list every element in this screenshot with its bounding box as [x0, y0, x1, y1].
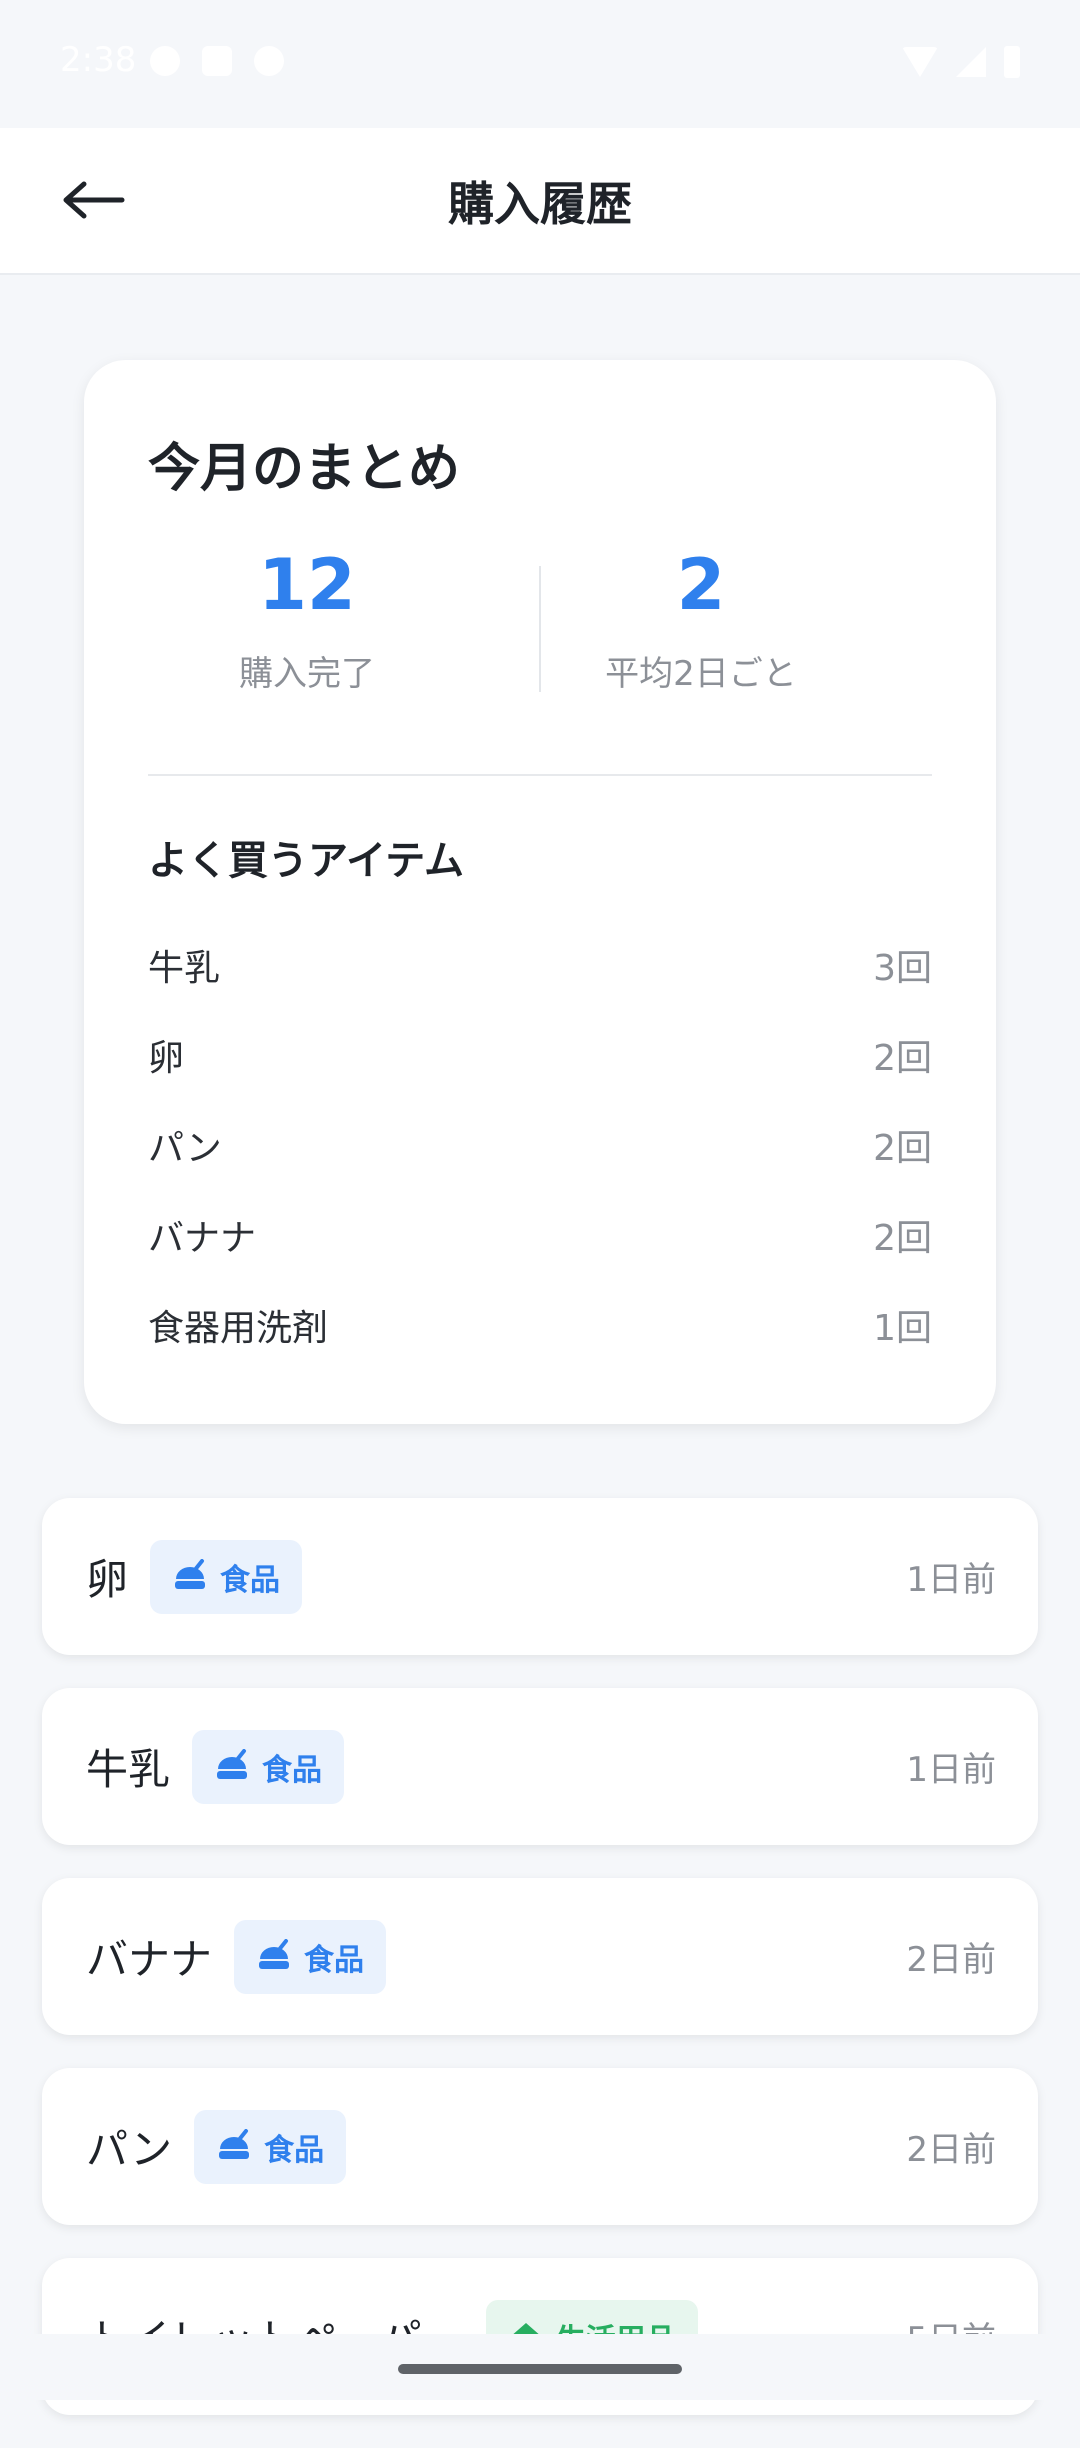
system-navigation-bar [0, 2334, 1080, 2400]
stat-label: 購入完了 [239, 654, 375, 694]
food-icon [219, 2128, 250, 2159]
category-badge: 食品 [194, 2109, 347, 2184]
frequent-item-name: パン [148, 1128, 222, 1169]
frequent-item-row: 卵 2回 [148, 1010, 932, 1100]
category-badge: 食品 [234, 1919, 387, 1994]
wifi-icon [902, 47, 938, 77]
stat-label: 平均2日ごと [605, 654, 797, 694]
history-item-name: 卵 [86, 1555, 129, 1604]
status-bar: 2:38 [0, 0, 1080, 128]
category-label: 食品 [304, 1942, 365, 1978]
frequent-item-name: 食器用洗剤 [148, 1308, 329, 1349]
status-notification-icons [150, 46, 284, 76]
face-icon [254, 46, 284, 76]
frequent-item-count: 1回 [873, 1308, 932, 1349]
history-time-ago: 2日前 [906, 2130, 996, 2170]
history-item-name: 牛乳 [86, 1745, 171, 1794]
frequent-items-title: よく買うアイテム [148, 838, 464, 884]
battery-icon [1004, 46, 1020, 78]
app-bar: 購入履歴 [0, 128, 1080, 275]
square-icon [202, 46, 232, 76]
history-item[interactable]: バナナ 食品 2日前 [42, 1878, 1038, 2035]
history-item[interactable]: 牛乳 食品 1日前 [42, 1688, 1038, 1845]
history-item[interactable]: 卵 食品 1日前 [42, 1498, 1038, 1655]
stat-frequency: 2 平均2日ごと [536, 550, 866, 695]
frequent-item-row: パン 2回 [148, 1100, 932, 1190]
stat-purchases: 12 購入完了 [142, 550, 472, 695]
frequent-item-row: 食器用洗剤 1回 [148, 1280, 932, 1370]
frequent-item-count: 3回 [873, 948, 932, 989]
category-badge: 食品 [150, 1539, 303, 1614]
status-time: 2:38 [60, 40, 137, 80]
status-system-icons [902, 46, 1020, 78]
frequent-item-name: 牛乳 [148, 948, 221, 989]
food-icon [259, 1938, 290, 1969]
page-title: 購入履歴 [448, 177, 632, 231]
frequent-item-row: 牛乳 3回 [148, 920, 932, 1010]
monthly-summary-card: 今月のまとめ 12 購入完了 2 平均2日ごと よく買うアイテム 牛乳 3回 卵… [84, 360, 996, 1424]
frequent-item-count: 2回 [873, 1038, 932, 1079]
shield-icon [150, 46, 180, 76]
food-icon [175, 1558, 206, 1589]
history-time-ago: 1日前 [906, 1750, 996, 1790]
frequent-item-name: 卵 [148, 1038, 185, 1079]
frequent-item-count: 2回 [873, 1128, 932, 1169]
frequent-item-count: 2回 [873, 1218, 932, 1259]
frequent-items-list: 牛乳 3回 卵 2回 パン 2回 バナナ 2回 食器用洗剤 1回 [148, 920, 932, 1370]
summary-title: 今月のまとめ [148, 439, 461, 499]
frequent-item-row: バナナ 2回 [148, 1190, 932, 1280]
history-item-name: バナナ [86, 1935, 213, 1984]
divider [148, 774, 932, 776]
purchase-history-list: 卵 食品 1日前 牛乳 食品 1日前 バナナ 食品 2日前 パン 食品 2日前 [42, 1498, 1038, 2448]
home-gesture-handle[interactable] [398, 2364, 682, 2374]
category-label: 食品 [264, 2132, 325, 2168]
history-item[interactable]: パン 食品 2日前 [42, 2068, 1038, 2225]
frequent-item-name: バナナ [148, 1218, 257, 1259]
stat-value: 2 [676, 544, 726, 626]
history-time-ago: 2日前 [906, 1940, 996, 1980]
history-item-name: パン [86, 2125, 173, 2174]
history-time-ago: 1日前 [906, 1560, 996, 1600]
stat-value: 12 [258, 544, 356, 626]
signal-icon [956, 47, 986, 77]
category-badge: 食品 [192, 1729, 345, 1804]
food-icon [217, 1748, 248, 1779]
category-label: 食品 [220, 1562, 281, 1598]
category-label: 食品 [262, 1752, 323, 1788]
